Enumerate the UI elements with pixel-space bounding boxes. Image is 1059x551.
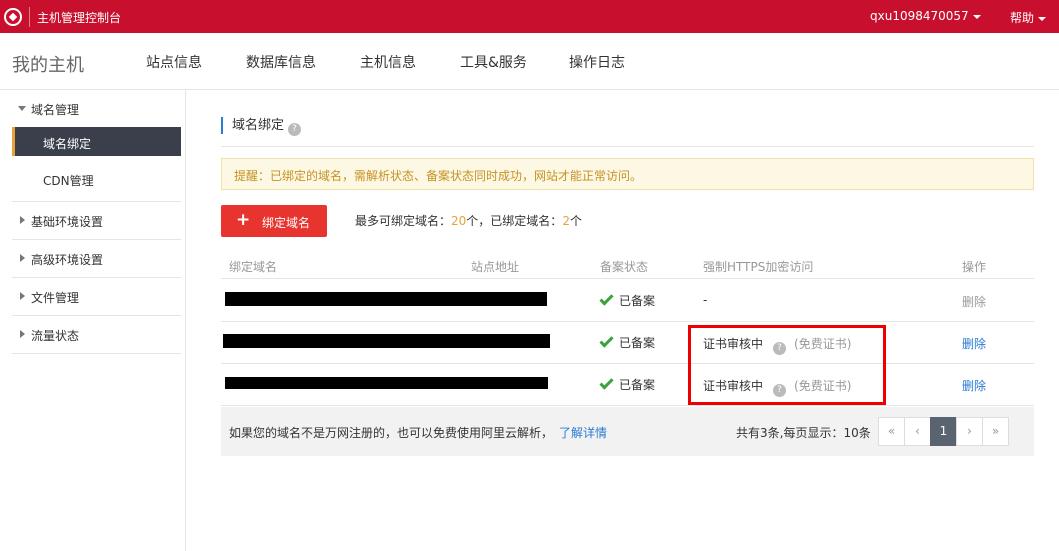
notice-banner: 提醒：已绑定的域名，需解析状态、备案状态同时成功，网站才能正常访问。	[221, 158, 1034, 190]
column-header-domain: 绑定域名	[229, 260, 278, 274]
filing-status-text: 已备案	[619, 336, 656, 350]
table-row: 已备案 证书审核中? (免费证书) 删除	[221, 321, 1034, 364]
paging-info: 共有3条,每页显示：10条	[736, 426, 871, 440]
limit-max: 20	[451, 214, 467, 228]
sidebar-group-file-mgmt[interactable]: 文件管理	[12, 278, 181, 316]
nav-item-operation-log[interactable]: 操作日志	[569, 52, 625, 72]
table-row: 已备案 证书审核中? (免费证书) 删除	[221, 363, 1034, 406]
footer-note: 如果您的域名不是万网注册的，也可以免费使用阿里云解析， 了解详情	[229, 424, 607, 441]
main-nav: 我的主机 站点信息 数据库信息 主机信息 工具&服务 操作日志	[0, 33, 1059, 90]
nav-title: 我的主机	[12, 55, 84, 76]
redacted-domain	[225, 377, 548, 389]
limit-bound: 2	[562, 214, 570, 228]
https-status-text: -	[703, 293, 708, 307]
page-title-text: 域名绑定	[232, 118, 285, 133]
filing-status: 已备案	[599, 333, 656, 351]
column-header-site-address: 站点地址	[471, 260, 520, 274]
footer-note-text: 如果您的域名不是万网注册的，也可以免费使用阿里云解析，	[229, 426, 554, 440]
nav-item-database-info[interactable]: 数据库信息	[246, 52, 316, 72]
sidebar-item-label: 域名绑定	[43, 137, 92, 151]
sidebar-group-label: 域名管理	[31, 103, 80, 117]
chevron-down-icon	[1038, 16, 1047, 21]
pager-prev-button[interactable]: ‹	[904, 417, 931, 446]
sidebar-group-label: 文件管理	[31, 291, 80, 305]
bind-domain-label: 绑定域名	[262, 216, 311, 230]
pager-page-1[interactable]: 1	[930, 417, 957, 446]
table-header: 绑定域名 站点地址 备案状态 强制HTTPS加密访问 操作	[221, 253, 1034, 279]
pagination: « ‹ 1 › »	[878, 417, 1009, 446]
sidebar-group-basic-env[interactable]: 基础环境设置	[12, 202, 181, 240]
caret-right-icon	[20, 292, 25, 300]
nav-item-site-info[interactable]: 站点信息	[146, 52, 202, 72]
brand-logo-icon[interactable]	[4, 8, 22, 26]
sidebar-item-domain-bind[interactable]: 域名绑定	[12, 127, 181, 156]
column-header-filing-status: 备案状态	[600, 260, 649, 274]
app-title: 主机管理控制台	[37, 11, 122, 25]
domain-limit-info: 最多可绑定域名：20个，已绑定域名：2个	[355, 212, 582, 229]
chevron-down-icon	[972, 14, 981, 19]
page-title: 域名绑定?	[221, 117, 302, 136]
check-icon	[599, 291, 614, 306]
top-bar: 主机管理控制台 qxu1098470057 帮助	[0, 0, 1059, 33]
pager-next-button[interactable]: ›	[956, 417, 983, 446]
sidebar-group-domain-mgmt[interactable]: 域名管理	[12, 90, 181, 128]
title-divider	[221, 146, 1034, 147]
filing-status: 已备案	[599, 375, 656, 393]
help-icon[interactable]: ?	[288, 123, 302, 136]
sidebar-group-label: 高级环境设置	[31, 253, 104, 267]
table-footer: 如果您的域名不是万网注册的，也可以免费使用阿里云解析， 了解详情 共有3条,每页显…	[221, 407, 1034, 456]
logo-divider	[29, 7, 30, 27]
learn-more-link[interactable]: 了解详情	[559, 426, 607, 440]
caret-right-icon	[20, 216, 25, 224]
limit-suffix: 个	[569, 214, 582, 228]
help-label: 帮助	[1010, 11, 1035, 25]
plus-icon: +	[236, 210, 251, 230]
user-name: qxu1098470057	[870, 9, 969, 23]
sidebar-item-label: CDN管理	[43, 174, 94, 188]
https-status: -	[703, 293, 707, 307]
check-icon	[599, 333, 614, 348]
caret-right-icon	[20, 254, 25, 262]
column-header-https: 强制HTTPS加密访问	[703, 260, 814, 274]
limit-mid: 个，已绑定域名：	[466, 214, 563, 228]
nav-item-tools-services[interactable]: 工具&服务	[460, 52, 527, 72]
delete-button: 删除	[962, 295, 987, 309]
pager-last-button[interactable]: »	[982, 417, 1009, 446]
sidebar-group-traffic[interactable]: 流量状态	[12, 316, 181, 354]
column-header-operation: 操作	[962, 260, 987, 274]
sidebar-group-label: 基础环境设置	[31, 215, 104, 229]
filing-status-text: 已备案	[619, 294, 656, 308]
caret-down-icon	[18, 106, 26, 111]
sidebar-item-cdn[interactable]: CDN管理	[12, 164, 181, 193]
user-menu[interactable]: qxu1098470057	[870, 9, 981, 23]
sidebar-group-advanced-env[interactable]: 高级环境设置	[12, 240, 181, 278]
sidebar-group-label: 流量状态	[31, 329, 80, 343]
annotation-highlight-box	[688, 325, 886, 405]
filing-status: 已备案	[599, 291, 656, 309]
delete-button[interactable]: 删除	[962, 335, 986, 352]
check-icon	[599, 375, 614, 390]
caret-right-icon	[20, 330, 25, 338]
bind-domain-button[interactable]: + 绑定域名	[221, 205, 327, 237]
limit-prefix: 最多可绑定域名：	[355, 214, 452, 228]
help-menu[interactable]: 帮助	[1010, 9, 1047, 26]
filing-status-text: 已备案	[619, 378, 656, 392]
table-row: 已备案 - 删除	[221, 279, 1034, 322]
redacted-domain	[223, 334, 550, 348]
nav-item-host-info[interactable]: 主机信息	[360, 52, 416, 72]
sidebar: 域名管理 域名绑定 CDN管理 基础环境设置 高级环境设置 文件管理 流量状态	[0, 90, 186, 551]
redacted-domain	[225, 292, 547, 306]
delete-button[interactable]: 删除	[962, 377, 986, 394]
pager-first-button[interactable]: «	[878, 417, 905, 446]
